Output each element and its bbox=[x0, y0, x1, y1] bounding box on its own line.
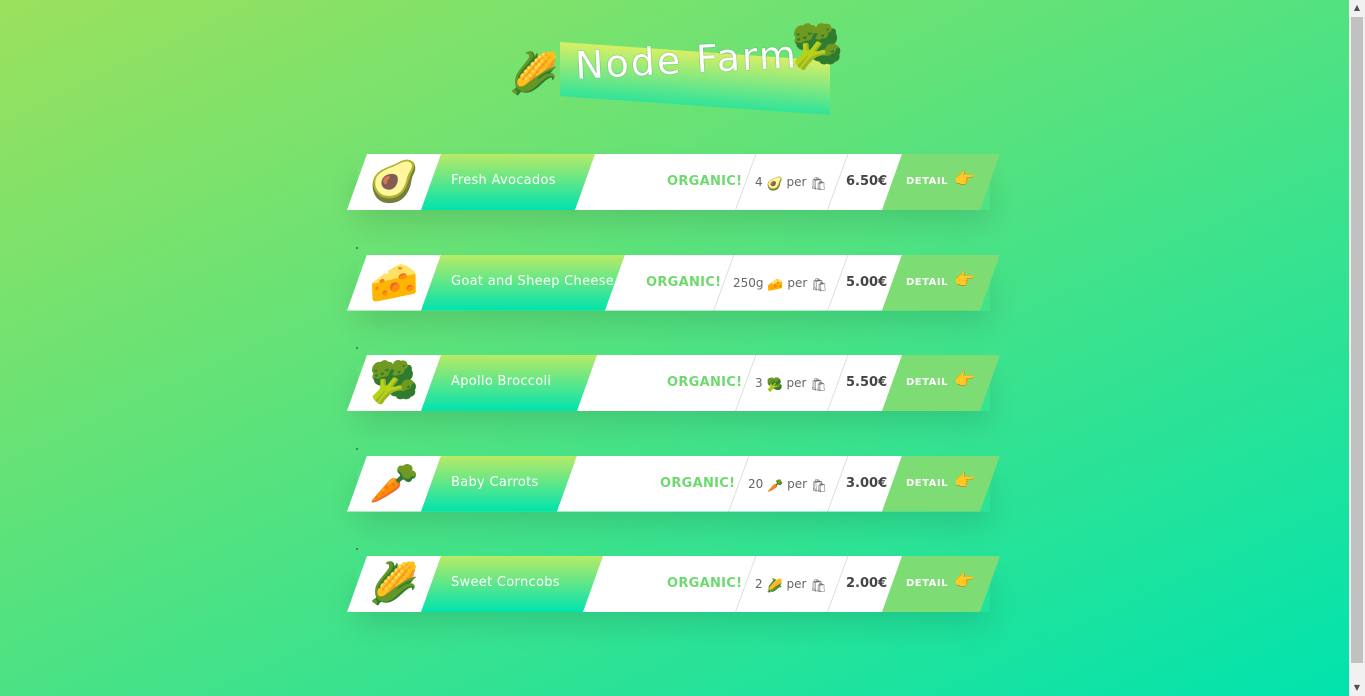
detail-button[interactable]: DETAIL 👉 bbox=[882, 556, 1000, 612]
detail-label[interactable]: DETAIL bbox=[906, 578, 948, 589]
cheese-icon: 🧀 bbox=[767, 277, 784, 293]
per-label: per bbox=[787, 476, 808, 491]
product-price: 3.00€ bbox=[846, 475, 888, 491]
scroll-up-arrow-icon[interactable]: ▲ bbox=[1349, 0, 1365, 16]
quantity-value: 4 bbox=[755, 175, 763, 189]
product-name[interactable]: Baby Carrots bbox=[451, 475, 539, 490]
product-card: 🧀 Goat and Sheep Cheese ORGANIC! 250g 🧀 … bbox=[347, 246, 1000, 311]
pointing-hand-icon: 👉 bbox=[954, 571, 976, 591]
product-quantity: 4 🥑 per 🛍 bbox=[755, 175, 827, 191]
quantity-value: 20 bbox=[748, 476, 764, 491]
page: 🌽 Node Farm 🥦 🥑 Fresh Avocados ORGANIC! … bbox=[0, 0, 1349, 696]
per-label: per bbox=[786, 577, 807, 591]
avocado-icon: 🥑 bbox=[766, 177, 783, 192]
corn-icon: 🌽 bbox=[369, 561, 419, 607]
product-price: 6.50€ bbox=[846, 174, 888, 189]
card-body: 🥑 Fresh Avocados ORGANIC! 4 🥑 per 🛍 6.50… bbox=[347, 154, 904, 210]
card-body: 🧀 Goat and Sheep Cheese ORGANIC! 250g 🧀 … bbox=[347, 255, 904, 311]
bag-icon: 🛍 bbox=[810, 378, 827, 393]
product-quantity: 250g 🧀 per 🛍 bbox=[733, 276, 828, 292]
corn-icon: 🌽 bbox=[509, 51, 559, 97]
product-quantity: 2 🌽 per 🛍 bbox=[755, 577, 827, 593]
card-body: 🥦 Apollo Broccoli ORGANIC! 3 🥦 per 🛍 5.5… bbox=[347, 355, 904, 411]
per-label: per bbox=[787, 275, 808, 290]
card-body: 🌽 Sweet Corncobs ORGANIC! 2 🌽 per 🛍 2.00… bbox=[347, 556, 904, 612]
detail-label[interactable]: DETAIL bbox=[906, 176, 948, 187]
product-quantity: 3 🥦 per 🛍 bbox=[755, 376, 827, 392]
bag-icon: 🛍 bbox=[810, 579, 827, 594]
pointing-hand-icon: 👉 bbox=[954, 269, 976, 290]
pointing-hand-icon: 👉 bbox=[954, 370, 976, 390]
product-quantity: 20 🥕 per 🛍 bbox=[748, 477, 827, 493]
divider-dot bbox=[356, 347, 358, 349]
vertical-scrollbar[interactable]: ▲ ▼ bbox=[1349, 0, 1365, 696]
avocado-icon: 🥑 bbox=[369, 159, 419, 205]
product-card: 🌽 Sweet Corncobs ORGANIC! 2 🌽 per 🛍 2.00… bbox=[347, 548, 1000, 612]
product-name[interactable]: Sweet Corncobs bbox=[451, 575, 560, 590]
product-price: 2.00€ bbox=[846, 576, 888, 591]
product-name-band[interactable]: Goat and Sheep Cheese bbox=[421, 255, 625, 311]
product-name[interactable]: Apollo Broccoli bbox=[451, 374, 551, 389]
product-name-band[interactable]: Sweet Corncobs bbox=[421, 556, 603, 612]
product-price: 5.50€ bbox=[846, 375, 888, 390]
quantity-value: 250g bbox=[733, 275, 764, 290]
header: 🌽 Node Farm 🥦 bbox=[505, 22, 845, 118]
product-name[interactable]: Fresh Avocados bbox=[451, 173, 556, 188]
detail-button[interactable]: DETAIL 👉 bbox=[882, 355, 1000, 411]
divider-dot bbox=[356, 447, 358, 450]
product-card: 🥦 Apollo Broccoli ORGANIC! 3 🥦 per 🛍 5.5… bbox=[347, 347, 1000, 411]
product-card: 🥑 Fresh Avocados ORGANIC! 4 🥑 per 🛍 6.50… bbox=[347, 154, 1000, 210]
product-name[interactable]: Goat and Sheep Cheese bbox=[451, 274, 614, 289]
detail-label[interactable]: DETAIL bbox=[906, 478, 948, 489]
product-name-band[interactable]: Fresh Avocados bbox=[421, 154, 595, 210]
detail-label[interactable]: DETAIL bbox=[906, 377, 948, 388]
scroll-thumb[interactable] bbox=[1351, 17, 1363, 663]
organic-badge: ORGANIC! bbox=[667, 174, 743, 189]
detail-button[interactable]: DETAIL 👉 bbox=[882, 154, 1000, 210]
carrot-icon: 🥕 bbox=[369, 460, 419, 507]
per-label: per bbox=[786, 376, 807, 390]
organic-badge: ORGANIC! bbox=[646, 274, 722, 290]
organic-badge: ORGANIC! bbox=[660, 475, 736, 491]
pointing-hand-icon: 👉 bbox=[954, 169, 976, 189]
organic-badge: ORGANIC! bbox=[667, 375, 743, 390]
product-list: 🥑 Fresh Avocados ORGANIC! 4 🥑 per 🛍 6.50… bbox=[347, 154, 1000, 657]
corn-icon: 🌽 bbox=[766, 579, 783, 594]
divider-dot bbox=[356, 548, 358, 550]
detail-label[interactable]: DETAIL bbox=[906, 277, 948, 288]
product-name-band[interactable]: Baby Carrots bbox=[421, 456, 577, 512]
cheese-icon: 🧀 bbox=[369, 259, 419, 306]
divider-dot bbox=[356, 246, 358, 249]
carrot-icon: 🥕 bbox=[767, 478, 784, 494]
detail-button[interactable]: DETAIL 👉 bbox=[882, 456, 1000, 512]
bag-icon: 🛍 bbox=[810, 478, 828, 494]
broccoli-icon: 🥦 bbox=[766, 378, 783, 393]
quantity-value: 3 bbox=[755, 376, 763, 390]
bag-icon: 🛍 bbox=[810, 177, 827, 192]
pointing-hand-icon: 👉 bbox=[954, 470, 976, 491]
product-name-band[interactable]: Apollo Broccoli bbox=[421, 355, 597, 411]
broccoli-icon: 🥦 bbox=[791, 22, 844, 71]
detail-button[interactable]: DETAIL 👉 bbox=[882, 255, 1000, 311]
bag-icon: 🛍 bbox=[811, 277, 828, 293]
broccoli-icon: 🥦 bbox=[369, 360, 419, 406]
organic-badge: ORGANIC! bbox=[667, 576, 743, 591]
product-price: 5.00€ bbox=[846, 274, 888, 290]
quantity-value: 2 bbox=[755, 577, 763, 591]
per-label: per bbox=[786, 175, 807, 189]
product-card: 🥕 Baby Carrots ORGANIC! 20 🥕 per 🛍 3.00€… bbox=[347, 447, 1000, 512]
scroll-down-arrow-icon[interactable]: ▼ bbox=[1349, 680, 1365, 696]
card-body: 🥕 Baby Carrots ORGANIC! 20 🥕 per 🛍 3.00€ bbox=[347, 456, 904, 512]
